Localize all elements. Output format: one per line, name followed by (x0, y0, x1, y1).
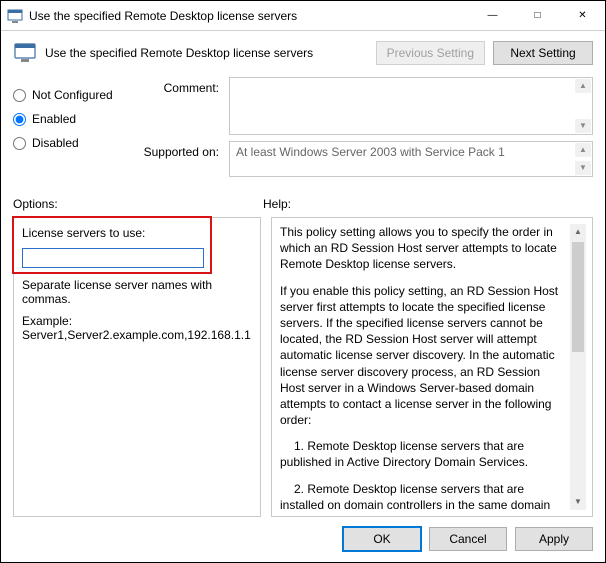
window-title: Use the specified Remote Desktop license… (29, 9, 470, 23)
scroll-thumb[interactable] (572, 242, 584, 352)
radio-enabled-label: Enabled (32, 112, 76, 126)
policy-title: Use the specified Remote Desktop license… (45, 46, 368, 60)
ok-button[interactable]: OK (343, 527, 421, 551)
license-servers-input[interactable] (22, 248, 204, 268)
scroll-down-icon[interactable]: ▼ (570, 494, 586, 510)
supported-on-value: At least Windows Server 2003 with Servic… (236, 145, 505, 159)
options-header: Options: (13, 197, 263, 211)
radio-enabled[interactable]: Enabled (13, 107, 141, 131)
maximize-button[interactable]: □ (515, 1, 560, 30)
radio-not-configured-label: Not Configured (32, 88, 113, 102)
titlebar: Use the specified Remote Desktop license… (1, 1, 605, 31)
dialog-footer: OK Cancel Apply (1, 517, 605, 561)
radio-enabled-input[interactable] (13, 113, 26, 126)
radio-disabled[interactable]: Disabled (13, 131, 141, 155)
radio-disabled-input[interactable] (13, 137, 26, 150)
help-text: This policy setting allows you to specif… (280, 224, 566, 510)
scroll-up-icon[interactable]: ▲ (570, 224, 586, 240)
supported-scroll[interactable]: ▲▼ (575, 143, 591, 175)
previous-setting-button: Previous Setting (376, 41, 485, 65)
radio-not-configured-input[interactable] (13, 89, 26, 102)
help-p4: 2. Remote Desktop license servers that a… (280, 481, 566, 510)
supported-on-label: Supported on: (141, 141, 229, 177)
state-radio-group: Not Configured Enabled Disabled (13, 77, 141, 183)
next-setting-button[interactable]: Next Setting (493, 41, 593, 65)
cancel-button[interactable]: Cancel (429, 527, 507, 551)
radio-not-configured[interactable]: Not Configured (13, 83, 141, 107)
radio-disabled-label: Disabled (32, 136, 79, 150)
close-button[interactable]: ✕ (560, 1, 605, 30)
app-icon (7, 8, 23, 24)
options-pane: License servers to use: Separate license… (13, 217, 261, 517)
policy-icon (13, 41, 37, 65)
minimize-button[interactable]: — (470, 1, 515, 30)
license-servers-hint: Separate license server names with comma… (22, 278, 252, 306)
comment-textarea[interactable]: ▲▼ (229, 77, 593, 135)
apply-button[interactable]: Apply (515, 527, 593, 551)
help-pane: This policy setting allows you to specif… (271, 217, 593, 517)
help-p1: This policy setting allows you to specif… (280, 224, 566, 273)
help-scrollbar[interactable]: ▲ ▼ (570, 224, 586, 510)
help-header: Help: (263, 197, 593, 211)
license-servers-example: Example: Server1,Server2.example.com,192… (22, 314, 252, 342)
comment-scroll[interactable]: ▲▼ (575, 79, 591, 133)
supported-on-box: At least Windows Server 2003 with Servic… (229, 141, 593, 177)
policy-header: Use the specified Remote Desktop license… (1, 31, 605, 73)
license-servers-label: License servers to use: (22, 226, 252, 240)
comment-label: Comment: (141, 77, 229, 135)
help-p2: If you enable this policy setting, an RD… (280, 283, 566, 429)
help-p3: 1. Remote Desktop license servers that a… (280, 438, 566, 470)
